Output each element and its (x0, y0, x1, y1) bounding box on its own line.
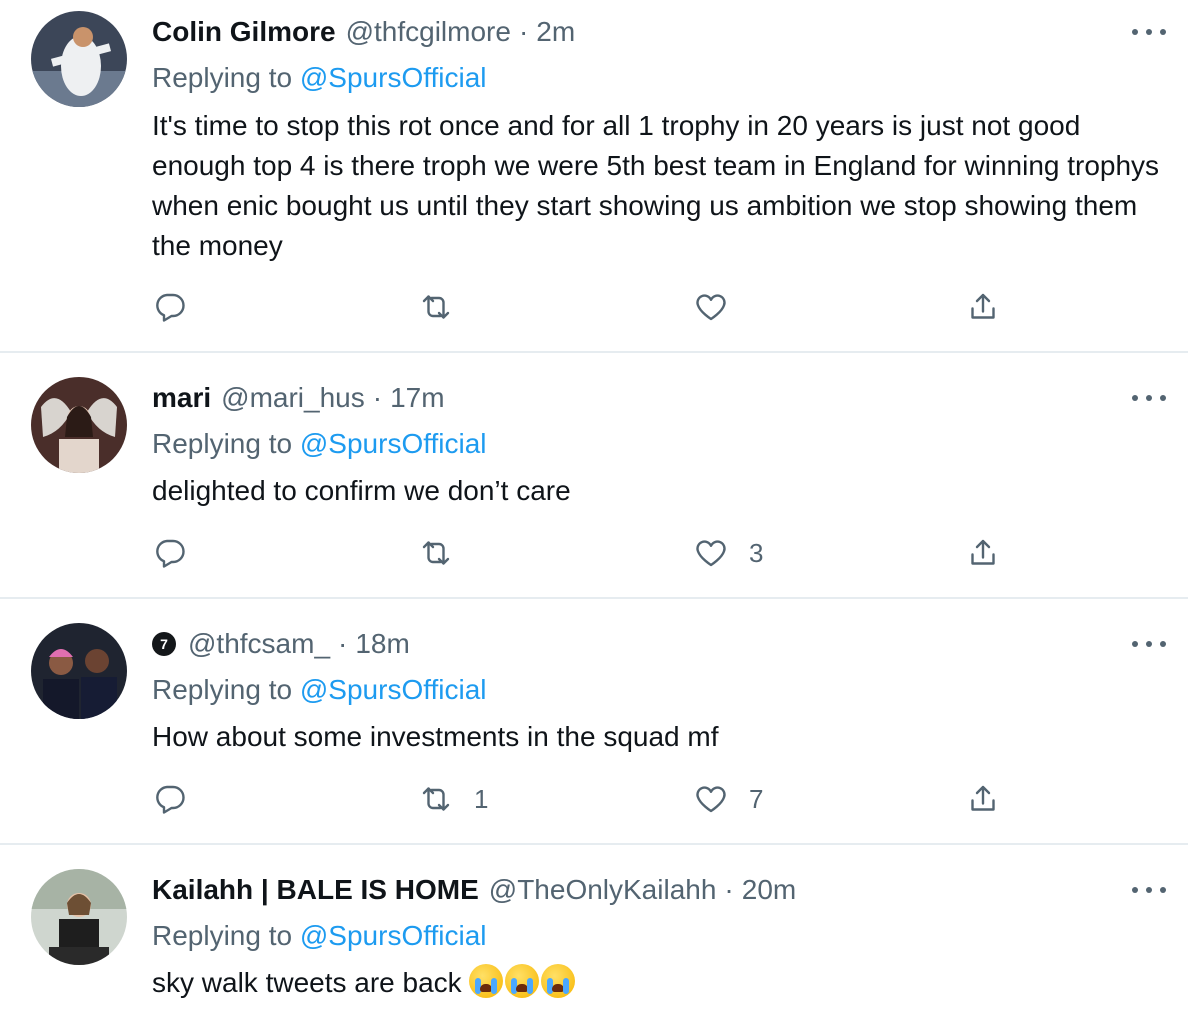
like-button[interactable]: 7 (693, 779, 763, 819)
avatar[interactable] (31, 11, 127, 107)
timestamp[interactable]: 17m (390, 382, 444, 414)
separator-dot: · (372, 382, 383, 413)
replying-prefix: Replying to (152, 62, 293, 93)
more-icon[interactable] (1132, 634, 1166, 654)
number-badge: 7 (152, 632, 176, 656)
avatar[interactable] (31, 377, 127, 473)
avatar[interactable] (31, 869, 127, 965)
replying-to: Replying to @SpursOfficial (152, 62, 487, 94)
reply-to-link[interactable]: @SpursOfficial (300, 62, 487, 93)
timestamp[interactable]: 18m (355, 628, 409, 660)
share-icon (971, 785, 995, 811)
retweet-count: 1 (474, 783, 489, 814)
display-name[interactable]: Kailahh | BALE IS HOME (152, 874, 479, 906)
share-icon (971, 293, 995, 319)
replying-to: Replying to @SpursOfficial (152, 920, 487, 952)
tweet-text: How about some investments in the squad … (152, 721, 719, 752)
tweet-actions (0, 287, 1188, 327)
tweet[interactable]: Colin Gilmore @thfcgilmore · 2m Replying… (0, 0, 1188, 353)
retweet-icon (422, 295, 450, 319)
retweet-icon (422, 787, 450, 811)
retweet-icon (422, 541, 450, 565)
more-icon[interactable] (1132, 880, 1166, 900)
replying-prefix: Replying to (152, 674, 293, 705)
retweet-button[interactable]: 1 (418, 779, 488, 819)
like-button[interactable]: 3 (693, 533, 763, 573)
tweet-actions: 1 7 (0, 779, 1188, 819)
tweet-header: 7 @thfcsam_ · 18m (152, 626, 410, 662)
display-name[interactable]: mari (152, 382, 211, 414)
replying-to: Replying to @SpursOfficial (152, 674, 487, 706)
display-name[interactable]: Colin Gilmore (152, 16, 336, 48)
tweet-header: Kailahh | BALE IS HOME @TheOnlyKailahh ·… (152, 872, 796, 908)
heart-icon (696, 540, 726, 567)
reply-to-link[interactable]: @SpursOfficial (300, 674, 487, 705)
user-handle[interactable]: @thfcgilmore (346, 16, 511, 48)
like-count: 3 (749, 537, 764, 568)
reply-to-link[interactable]: @SpursOfficial (300, 920, 487, 951)
share-button[interactable] (965, 779, 1001, 819)
like-button[interactable] (693, 287, 749, 327)
tweet-text: delighted to confirm we don’t care (152, 475, 571, 506)
share-button[interactable] (965, 287, 1001, 327)
reply-button[interactable] (152, 533, 208, 573)
retweet-button[interactable] (418, 533, 474, 573)
user-handle[interactable]: @thfcsam_ (188, 628, 330, 660)
timestamp[interactable]: 2m (536, 16, 575, 48)
replies-timeline: Colin Gilmore @thfcgilmore · 2m Replying… (0, 0, 1188, 1030)
reply-icon (156, 785, 185, 814)
avatar[interactable] (31, 623, 127, 719)
tweet[interactable]: 7 @thfcsam_ · 18m Replying to @SpursOffi… (0, 599, 1188, 845)
loudly-crying-face-icon (505, 964, 540, 998)
tweet-text-content: sky walk tweets are back (152, 967, 462, 998)
reply-icon (156, 539, 185, 568)
more-icon[interactable] (1132, 388, 1166, 408)
share-button[interactable] (965, 533, 1001, 573)
replying-to: Replying to @SpursOfficial (152, 428, 487, 460)
tweet-header: mari @mari_hus · 17m (152, 380, 445, 416)
timestamp[interactable]: 20m (742, 874, 796, 906)
retweet-button[interactable] (418, 287, 474, 327)
separator-dot: · (338, 628, 348, 659)
like-count: 7 (749, 783, 764, 814)
reply-button[interactable] (152, 779, 208, 819)
tweet[interactable]: mari @mari_hus · 17m Replying to @SpursO… (0, 353, 1188, 599)
tweet[interactable]: Kailahh | BALE IS HOME @TheOnlyKailahh ·… (0, 845, 1188, 1030)
heart-icon (696, 786, 726, 813)
reply-to-link[interactable]: @SpursOfficial (300, 428, 487, 459)
tweet-actions: 3 (0, 533, 1188, 573)
replying-prefix: Replying to (152, 920, 293, 951)
replying-prefix: Replying to (152, 428, 293, 459)
heart-icon (696, 294, 726, 321)
tweet-text: It's time to stop this rot once and for … (152, 110, 1160, 261)
share-icon (971, 539, 995, 565)
loudly-crying-face-icon (541, 964, 576, 998)
more-icon[interactable] (1132, 22, 1166, 42)
tweet-header: Colin Gilmore @thfcgilmore · 2m (152, 14, 575, 50)
reply-button[interactable] (152, 287, 208, 327)
separator-dot: · (518, 16, 529, 47)
tweet-text: sky walk tweets are back (152, 963, 1172, 1003)
reply-icon (156, 293, 185, 322)
separator-dot: · (724, 874, 734, 905)
user-handle[interactable]: @mari_hus (221, 382, 365, 414)
loudly-crying-face-icon (469, 964, 504, 998)
user-handle[interactable]: @TheOnlyKailahh (489, 874, 717, 906)
